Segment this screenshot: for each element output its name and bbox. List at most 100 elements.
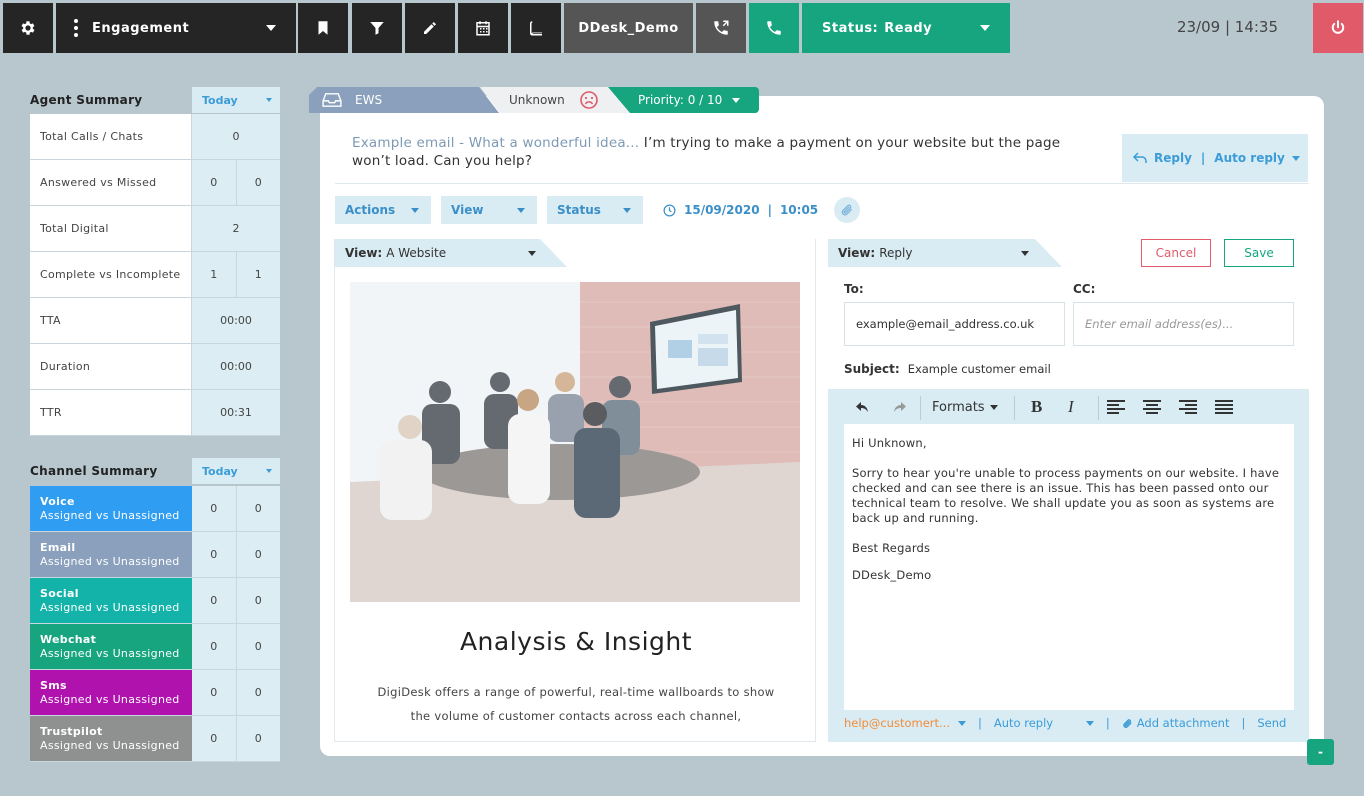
actions-dropdown[interactable]: Actions (335, 196, 431, 224)
collapse-button[interactable]: - (1307, 739, 1334, 765)
email-datetime: 15/09/2020 | 10:05 (663, 196, 818, 224)
add-attachment-link[interactable]: Add attachment (1122, 716, 1229, 730)
bookmark-button[interactable] (298, 3, 348, 53)
email-preview: Example email - What a wonderful idea...… (352, 134, 1102, 170)
italic-icon[interactable]: I (1068, 397, 1074, 417)
summary-value: 1 (235, 252, 281, 297)
inbox-icon (322, 93, 342, 107)
summary-row: Total Calls / Chats 0 (30, 114, 280, 160)
to-field[interactable]: example@email_address.co.uk (844, 302, 1065, 346)
summary-row-label: Sms Assigned vs Unassigned (30, 670, 192, 715)
summary-label: Complete vs Incomplete (40, 268, 181, 281)
chevron-down-icon (1085, 720, 1094, 726)
bold-icon[interactable]: B (1031, 397, 1042, 417)
summary-row: Total Digital 2 (30, 206, 280, 252)
align-center-icon[interactable] (1143, 400, 1161, 418)
priority-label: Priority: 0 / 10 (638, 93, 723, 107)
agent-summary-table: Total Calls / Chats 0 Answered vs Missed 0 0… (30, 114, 280, 436)
settings-button[interactable] (3, 3, 53, 53)
chevron-down-icon (1292, 156, 1300, 161)
from-address-dropdown[interactable]: help@customert... (844, 716, 966, 730)
call-button[interactable] (749, 3, 799, 53)
footer-sep: | (1105, 716, 1110, 730)
summary-value: 0 (235, 670, 281, 715)
reply-editor: Formats B I Hi Unknown, Sorry to hear yo… (844, 392, 1294, 710)
filter-button[interactable] (352, 3, 402, 53)
formats-dropdown[interactable]: Formats (932, 400, 998, 415)
channel-name: Email (40, 541, 76, 554)
logout-button[interactable] (1313, 3, 1363, 53)
summary-row-label: Trustpilot Assigned vs Unassigned (30, 716, 192, 761)
reply-view-dropdown[interactable]: View: Reply (828, 239, 1062, 267)
date-separator: | (767, 203, 772, 217)
paperclip-icon (841, 204, 853, 216)
left-view-dropdown[interactable]: View: A Website (335, 239, 567, 267)
calendar-icon (476, 21, 490, 36)
channel-name: Social (40, 587, 79, 600)
priority-dropdown[interactable]: Priority: 0 / 10 (608, 87, 759, 113)
channel-summary-period-dropdown[interactable]: Today (192, 458, 280, 484)
summary-row-values: 00 (192, 624, 280, 669)
summary-row-values: 00:00 (192, 344, 280, 389)
summary-value: 00:00 (220, 314, 252, 327)
summary-row-values: 0 (192, 114, 280, 159)
summary-value: 0 (210, 176, 218, 189)
calendar-button[interactable] (458, 3, 508, 53)
editor-body[interactable]: Hi Unknown, Sorry to hear you're unable … (844, 424, 1294, 610)
attachments-button[interactable] (834, 197, 860, 223)
status-filter-label: Status (557, 203, 601, 217)
summary-row: TTR 00:31 (30, 390, 280, 436)
tab-ews[interactable]: EWS (309, 87, 499, 113)
channel-summary-title: Channel Summary (30, 464, 158, 478)
reply-dropdown[interactable]: Reply | Auto reply (1122, 134, 1308, 182)
summary-value: 0 (235, 716, 281, 761)
summary-row-label: Duration (30, 344, 192, 389)
profile-button[interactable]: DDesk_Demo (564, 3, 693, 53)
summary-row-label: Social Assigned vs Unassigned (30, 578, 192, 623)
edit-button[interactable] (405, 3, 455, 53)
chevron-down-icon (980, 25, 990, 31)
view-dropdown[interactable]: View (441, 196, 537, 224)
knowledge-book-button[interactable] (511, 3, 561, 53)
summary-row-values: 00 (192, 160, 280, 205)
summary-row-values: 00 (192, 486, 280, 531)
channel-sub: Assigned vs Unassigned (40, 647, 180, 660)
undo-icon[interactable] (855, 399, 871, 418)
cc-field[interactable]: Enter email address(es)... (1073, 302, 1294, 346)
status-filter-dropdown[interactable]: Status (547, 196, 643, 224)
footer-sep: | (978, 716, 982, 730)
tab-sentiment[interactable]: Unknown (480, 87, 630, 113)
body-signature: DDesk_Demo (852, 568, 932, 582)
body-paragraph: Sorry to hear you're unable to process p… (852, 466, 1280, 525)
summary-row-label: Email Assigned vs Unassigned (30, 532, 192, 577)
channel-name: Voice (40, 495, 75, 508)
summary-label: TTA (40, 314, 61, 327)
chevron-down-icon (958, 720, 966, 726)
cc-label: CC: (1073, 282, 1096, 296)
summary-value: 0 (235, 486, 281, 531)
email-subject-highlight: Example email - What a wonderful idea... (352, 135, 640, 151)
chevron-down-icon (266, 98, 272, 102)
status-dropdown[interactable]: Status: Ready (802, 3, 1010, 53)
engagement-dropdown[interactable]: Engagement (56, 3, 296, 53)
align-right-icon[interactable] (1179, 400, 1197, 418)
summary-value: 00:00 (220, 360, 252, 373)
send-button[interactable]: Send (1257, 716, 1286, 730)
summary-value: 0 (232, 130, 240, 143)
align-justify-icon[interactable] (1215, 400, 1233, 418)
summary-row-label: Webchat Assigned vs Unassigned (30, 624, 192, 669)
redo-icon[interactable] (891, 399, 907, 418)
transfer-call-button[interactable] (696, 3, 746, 53)
engagement-label: Engagement (92, 20, 190, 36)
cancel-button[interactable]: Cancel (1141, 239, 1211, 267)
auto-reply-dropdown[interactable]: Auto reply (994, 716, 1094, 730)
save-button[interactable]: Save (1224, 239, 1294, 267)
subject-value[interactable]: Example customer email (908, 362, 1051, 376)
status-value: Ready (884, 20, 933, 36)
channel-sub: Assigned vs Unassigned (40, 555, 180, 568)
clock-icon (663, 204, 676, 216)
summary-row: Complete vs Incomplete 1 1 (30, 252, 280, 298)
agent-summary-period-dropdown[interactable]: Today (192, 87, 280, 113)
summary-row-label: Voice Assigned vs Unassigned (30, 486, 192, 531)
align-left-icon[interactable] (1107, 400, 1125, 418)
